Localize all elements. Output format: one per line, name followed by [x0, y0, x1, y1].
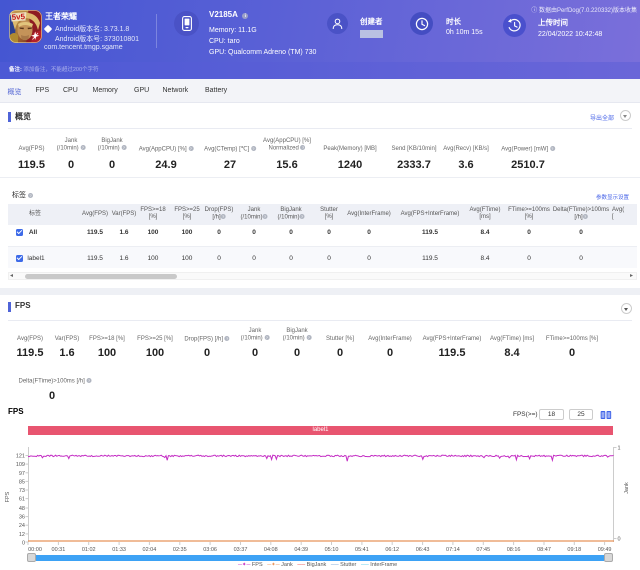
- svg-text:03:06: 03:06: [203, 547, 217, 553]
- svg-text:06:12: 06:12: [385, 547, 399, 553]
- svg-text:73: 73: [19, 488, 25, 494]
- svg-text:05:10: 05:10: [325, 547, 339, 553]
- svg-text:05:41: 05:41: [355, 547, 369, 553]
- svg-text:06:43: 06:43: [416, 547, 430, 553]
- svg-text:36: 36: [19, 515, 25, 521]
- svg-text:5v5: 5v5: [11, 12, 25, 22]
- svg-text:01:02: 01:02: [82, 547, 96, 553]
- svg-text:48: 48: [19, 506, 25, 512]
- svg-text:Jank: Jank: [624, 482, 630, 494]
- svg-text:109: 109: [16, 462, 25, 468]
- svg-text:121: 121: [16, 454, 25, 460]
- svg-text:07:45: 07:45: [476, 547, 490, 553]
- svg-text:1: 1: [618, 446, 621, 452]
- svg-text:09:18: 09:18: [567, 547, 581, 553]
- svg-text:01:33: 01:33: [112, 547, 126, 553]
- svg-text:03:37: 03:37: [234, 547, 248, 553]
- svg-text:07:14: 07:14: [446, 547, 460, 553]
- svg-text:02:35: 02:35: [173, 547, 187, 553]
- svg-text:04:08: 04:08: [264, 547, 278, 553]
- svg-text:00:31: 00:31: [52, 547, 66, 553]
- svg-text:85: 85: [19, 479, 25, 485]
- svg-text:02:04: 02:04: [143, 547, 157, 553]
- svg-text:08:16: 08:16: [507, 547, 521, 553]
- svg-text:FPS: FPS: [5, 491, 11, 502]
- svg-text:97: 97: [19, 471, 25, 477]
- svg-text:61: 61: [19, 497, 25, 503]
- svg-text:12: 12: [19, 532, 25, 538]
- svg-text:24: 24: [19, 523, 25, 529]
- svg-text:08:47: 08:47: [537, 547, 551, 553]
- svg-text:04:39: 04:39: [294, 547, 308, 553]
- svg-text:0: 0: [22, 541, 25, 547]
- svg-text:0: 0: [618, 537, 621, 543]
